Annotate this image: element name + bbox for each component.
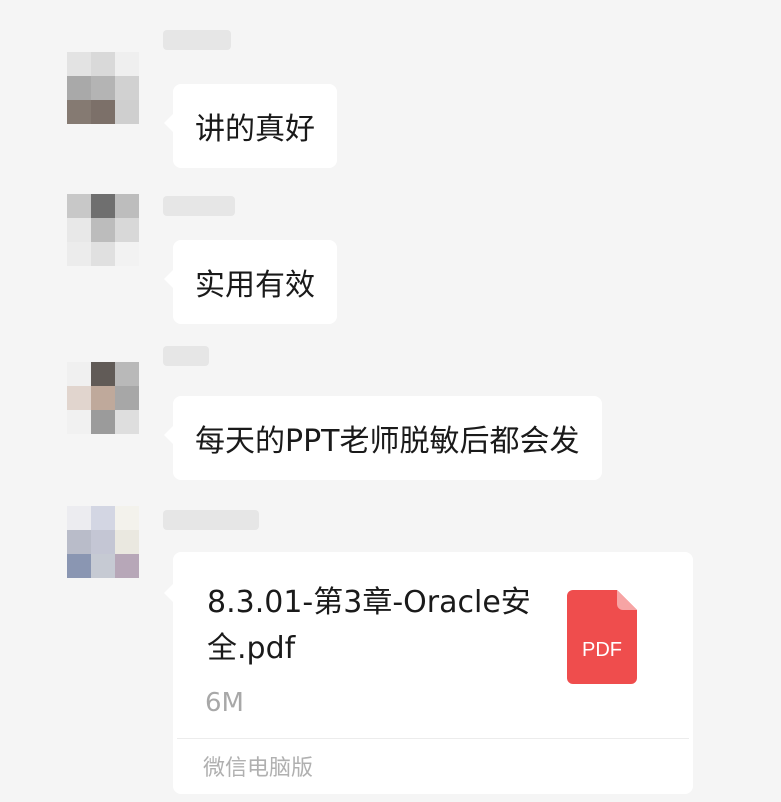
sender-name — [163, 510, 259, 530]
sender-name — [163, 30, 231, 50]
message-bubble[interactable]: 讲的真好 — [164, 84, 337, 168]
file-size: 6M — [205, 688, 244, 718]
avatar[interactable] — [67, 194, 139, 266]
message-text: 实用有效 — [195, 268, 315, 303]
message-text: 每天的PPT老师脱敏后都会发 — [195, 424, 580, 459]
message-text: 讲的真好 — [195, 112, 315, 147]
file-name: 8.3.01-第3章-Oracle安全.pdf — [207, 585, 531, 666]
divider — [177, 738, 689, 739]
source-label: 微信电脑版 — [203, 756, 314, 781]
sender-name — [163, 196, 235, 216]
message-bubble[interactable]: 每天的PPT老师脱敏后都会发 — [164, 396, 602, 480]
file-message-card[interactable]: 8.3.01-第3章-Oracle安全.pdf PDF 6M 微信电脑版 — [164, 552, 693, 794]
pdf-file-icon: PDF — [567, 590, 637, 684]
message-bubble[interactable]: 实用有效 — [164, 240, 337, 324]
avatar[interactable] — [67, 506, 139, 578]
pdf-icon-label: PDF — [582, 639, 622, 661]
sender-name — [163, 346, 209, 366]
avatar[interactable] — [67, 362, 139, 434]
avatar[interactable] — [67, 52, 139, 124]
